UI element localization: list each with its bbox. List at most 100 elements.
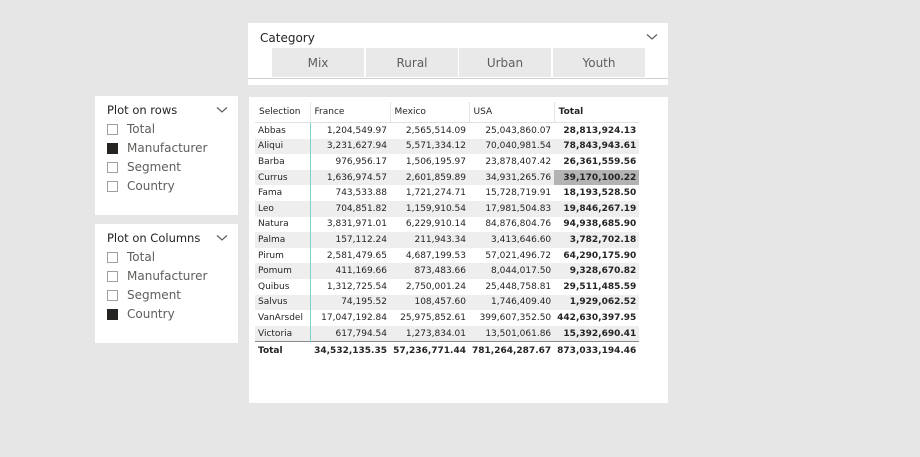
grand-total-label: Total xyxy=(255,341,310,360)
table-row[interactable]: Barba 976,956.17 1,506,195.97 23,878,407.42… xyxy=(255,154,640,170)
row-total: 26,361,559.56 xyxy=(554,154,640,170)
cols-option-manufacturer[interactable]: Manufacturer xyxy=(107,269,207,283)
cell-value: 1,636,974.57 xyxy=(310,169,390,186)
cols-option-segment[interactable]: Segment xyxy=(107,288,181,302)
table-row[interactable]: Pirum 2,581,479.65 4,687,199.53 57,021,496.… xyxy=(255,247,640,264)
table-row[interactable]: Pomum 411,169.66 873,483.66 8,044,017.50 9,3… xyxy=(255,263,640,279)
column-header[interactable]: USA xyxy=(468,102,555,123)
chevron-down-icon[interactable] xyxy=(646,33,658,41)
checkbox[interactable] xyxy=(107,123,118,135)
option-label: Manufacturer xyxy=(127,141,208,155)
row-label: Palma xyxy=(255,232,311,248)
cell-value: 3,831,971.01 xyxy=(310,216,390,233)
checkbox-checked[interactable] xyxy=(107,308,118,320)
row-total: 1,929,062.52 xyxy=(554,294,640,311)
table-row[interactable]: Leo 704,851.82 1,159,910.54 17,981,504.83 19… xyxy=(255,200,640,217)
option-label: Segment xyxy=(127,288,181,302)
cell-value: 17,981,504.83 xyxy=(469,200,555,217)
tile-urban[interactable]: Urban xyxy=(459,48,551,77)
cols-option-total[interactable]: Total xyxy=(107,250,155,264)
column-header[interactable]: France xyxy=(309,102,390,123)
plot-on-columns-slicer: Plot on Columns Total Manufacturer Segme… xyxy=(95,224,238,343)
cell-value: 1,506,195.97 xyxy=(390,154,469,170)
rows-option-total[interactable]: Total xyxy=(107,122,155,136)
cell-value: 108,457.60 xyxy=(390,294,469,311)
checkbox[interactable] xyxy=(107,289,118,301)
row-label: Salvus xyxy=(255,294,311,311)
table-row[interactable]: Natura 3,831,971.01 6,229,910.14 84,876,804… xyxy=(255,216,640,233)
table-row[interactable]: Quibus 1,312,725.54 2,750,001.24 25,448,758… xyxy=(255,278,640,295)
checkbox-checked[interactable] xyxy=(107,142,118,154)
table-row[interactable]: Victoria 617,794.54 1,273,834.01 13,501,061… xyxy=(255,325,640,342)
cell-value: 84,876,804.76 xyxy=(469,216,555,233)
cell-value: 704,851.82 xyxy=(310,200,390,217)
cell-value: 3,413,646.60 xyxy=(469,232,555,248)
cell-value: 34,931,265.76 xyxy=(469,169,555,186)
rows-option-segment[interactable]: Segment xyxy=(107,160,181,174)
checkbox[interactable] xyxy=(107,161,118,173)
cell-value: 74,195.52 xyxy=(310,294,390,311)
rows-option-manufacturer[interactable]: Manufacturer xyxy=(107,141,207,155)
row-label: Leo xyxy=(255,200,311,217)
cell-value: 6,229,910.14 xyxy=(390,216,469,233)
plot-on-columns-title: Plot on Columns xyxy=(107,231,201,245)
cell-value: 25,448,758.81 xyxy=(469,278,555,295)
rows-option-country[interactable]: Country xyxy=(107,179,175,193)
table-row[interactable]: Palma 157,112.24 211,943.34 3,413,646.60 3,7… xyxy=(255,232,640,248)
grand-total-value: 781,264,287.67 xyxy=(469,341,555,360)
slicer-divider xyxy=(248,78,668,79)
row-total: 19,846,267.19 xyxy=(554,200,640,217)
column-header[interactable]: Selection xyxy=(255,102,310,123)
row-label: Barba xyxy=(255,154,311,170)
cell-value: 2,565,514.09 xyxy=(390,122,469,139)
cell-value: 70,040,981.54 xyxy=(469,138,555,155)
row-total: 15,392,690.41 xyxy=(554,325,640,342)
table-row[interactable]: Salvus 74,195.52 108,457.60 1,746,409.40 1,9… xyxy=(255,294,640,311)
tile-youth[interactable]: Youth xyxy=(553,48,645,77)
table-row[interactable]: Abbas 1,204,549.97 2,565,514.09 25,043,860.… xyxy=(255,122,640,139)
cell-value: 4,687,199.53 xyxy=(390,247,469,264)
row-label: Aliqui xyxy=(255,138,311,155)
column-header[interactable]: Total xyxy=(553,102,640,123)
row-label: VanArsdel xyxy=(255,310,311,326)
cell-value: 411,169.66 xyxy=(310,263,390,279)
matrix-visual: Selection France Mexico USA Total Abbas 1… xyxy=(249,97,668,403)
cell-value: 25,975,852.61 xyxy=(390,310,469,326)
table-row[interactable]: Aliqui 3,231,627.94 5,571,334.12 70,040,981… xyxy=(255,138,640,155)
row-total: 78,843,943.61 xyxy=(554,138,640,155)
cell-value: 57,021,496.72 xyxy=(469,247,555,264)
row-total: 28,813,924.13 xyxy=(554,122,640,139)
row-total: 29,511,485.59 xyxy=(554,278,640,295)
cell-value: 743,533.88 xyxy=(310,185,390,201)
chevron-down-icon[interactable] xyxy=(216,106,228,114)
checkbox[interactable] xyxy=(107,251,118,263)
tile-rural[interactable]: Rural xyxy=(366,48,458,77)
grand-total-value: 57,236,771.44 xyxy=(390,341,469,360)
table-row[interactable]: VanArsdel 17,047,192.84 25,975,852.61 399,6… xyxy=(255,310,640,326)
table-row[interactable]: Fama 743,533.88 1,721,274.71 15,728,719.91 1… xyxy=(255,185,640,201)
row-total: 94,938,685.90 xyxy=(554,216,640,233)
row-total: 442,630,397.95 xyxy=(554,310,640,326)
tile-mix[interactable]: Mix xyxy=(272,48,364,77)
cell-value: 399,607,352.50 xyxy=(469,310,555,326)
cell-value: 1,204,549.97 xyxy=(310,122,390,139)
cell-value: 5,571,334.12 xyxy=(390,138,469,155)
cols-option-country[interactable]: Country xyxy=(107,307,175,321)
row-total: 9,328,670.82 xyxy=(554,263,640,279)
plot-on-rows-title: Plot on rows xyxy=(107,103,178,117)
row-label: Currus xyxy=(255,169,311,186)
cell-value: 2,750,001.24 xyxy=(390,278,469,295)
checkbox[interactable] xyxy=(107,180,118,192)
chevron-down-icon[interactable] xyxy=(216,234,228,242)
cell-value: 17,047,192.84 xyxy=(310,310,390,326)
column-header[interactable]: Mexico xyxy=(389,102,469,123)
row-label: Fama xyxy=(255,185,311,201)
cell-value: 1,746,409.40 xyxy=(469,294,555,311)
checkbox[interactable] xyxy=(107,270,118,282)
cell-value: 23,878,407.42 xyxy=(469,154,555,170)
row-label: Victoria xyxy=(255,325,311,342)
grand-total-value: 873,033,194.46 xyxy=(554,341,640,360)
table-row[interactable]: Currus 1,636,974.57 2,601,859.89 34,931,265… xyxy=(255,169,640,186)
cell-value: 1,312,725.54 xyxy=(310,278,390,295)
row-total: 39,170,100.22 xyxy=(554,169,640,186)
